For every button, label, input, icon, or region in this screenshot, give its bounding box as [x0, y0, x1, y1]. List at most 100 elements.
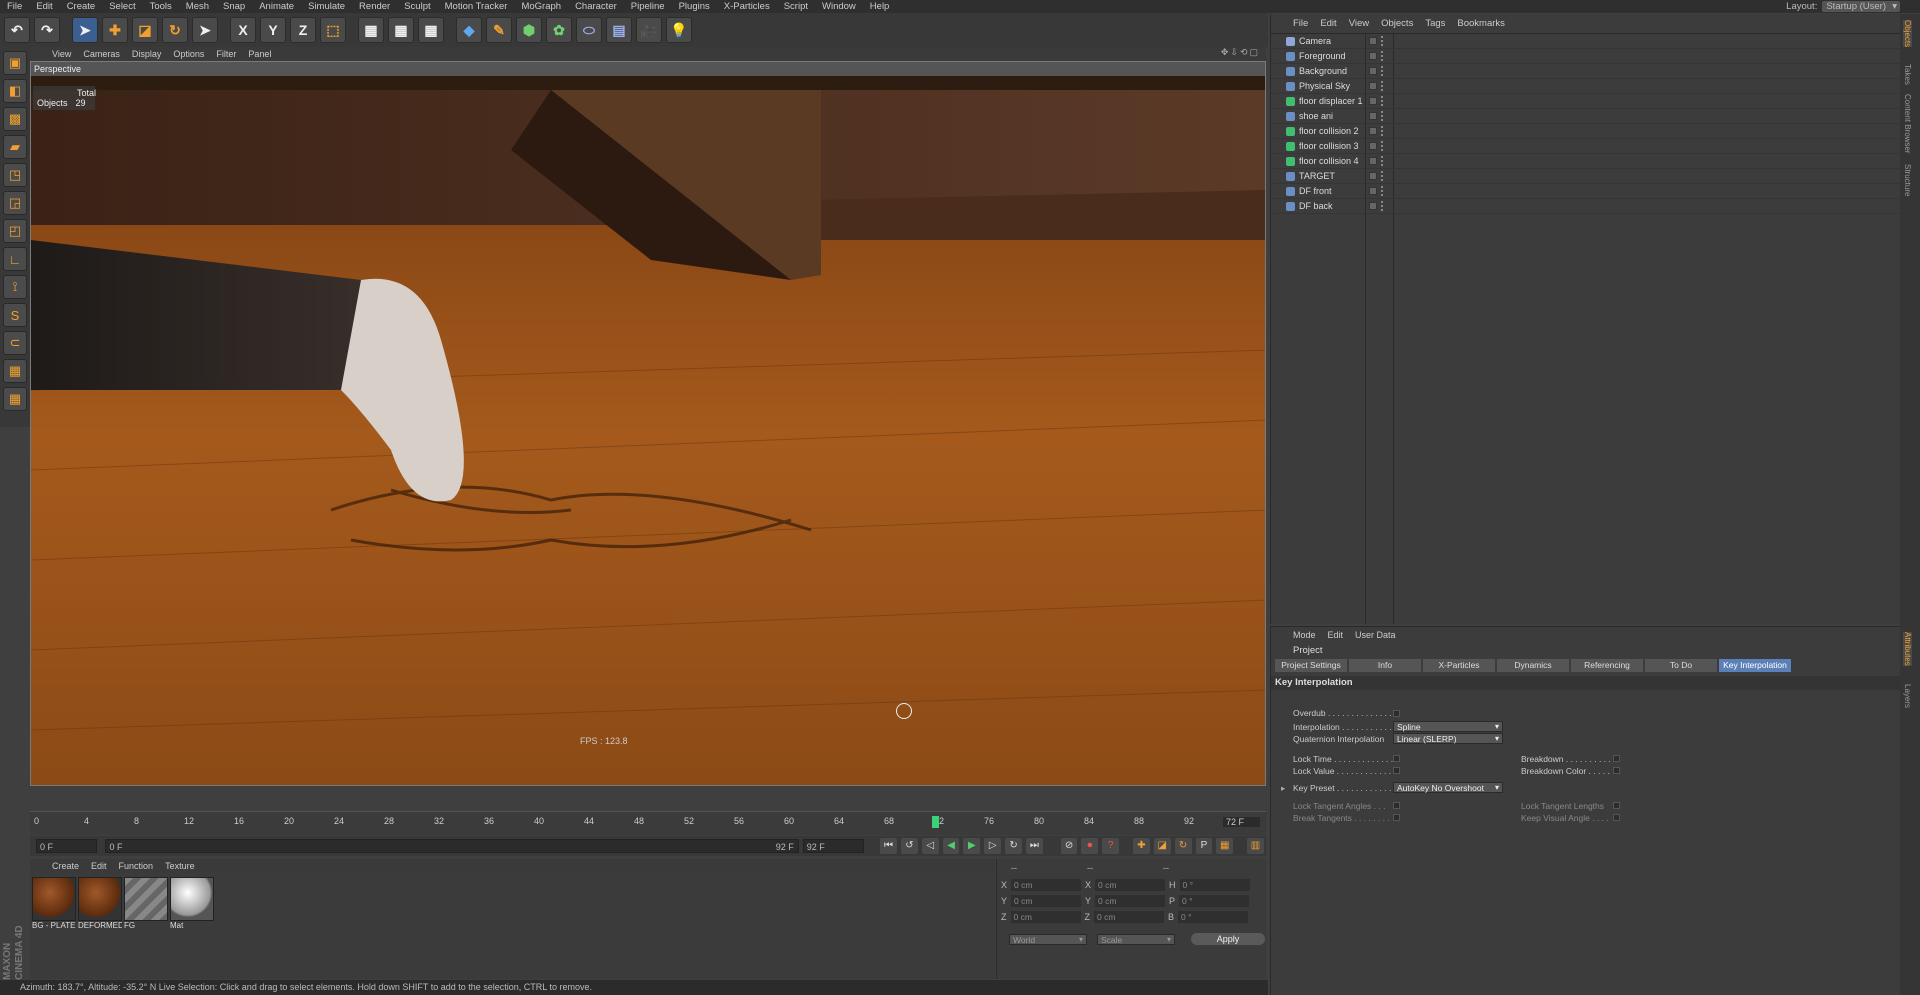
viewport-menu-view[interactable]: View [46, 49, 77, 59]
key-scale-icon[interactable]: ◪ [1153, 838, 1171, 854]
y-axis-icon[interactable]: Y [260, 17, 286, 43]
object-row[interactable]: Physical Sky [1271, 79, 1901, 94]
menu-window[interactable]: Window [815, 0, 863, 13]
editor-render-dots-icon[interactable] [1381, 51, 1384, 61]
menu-file[interactable]: File [0, 0, 29, 13]
size-y-field[interactable]: 0 cm [1095, 895, 1166, 907]
attr-menu-user-data[interactable]: User Data [1349, 630, 1402, 640]
objects-menu-bookmarks[interactable]: Bookmarks [1451, 18, 1511, 29]
object-row[interactable]: TARGET [1271, 169, 1901, 184]
object-row[interactable]: Camera [1271, 34, 1901, 49]
object-row[interactable]: Background [1271, 64, 1901, 79]
menu-plugins[interactable]: Plugins [672, 0, 717, 13]
tab-project-settings[interactable]: Project Settings [1275, 659, 1347, 672]
start-frame-field[interactable]: 0 F [36, 839, 98, 853]
menu-character[interactable]: Character [568, 0, 624, 13]
viewport-menu-filter[interactable]: Filter [210, 49, 242, 59]
perspective-viewport[interactable]: Perspective Total Objects 29 [30, 61, 1266, 786]
quaternion-interpolation-dropdown[interactable]: Linear (SLERP) [1393, 733, 1503, 744]
rotation-p-field[interactable]: 0 ° [1179, 895, 1250, 907]
material-swatch[interactable]: DEFORMED [78, 877, 122, 933]
tab-key-interpolation[interactable]: Key Interpolation [1719, 659, 1791, 672]
rotate-icon[interactable]: ↻ [162, 17, 188, 43]
light-icon[interactable]: 💡 [666, 17, 692, 43]
material-menu-create[interactable]: Create [46, 861, 85, 871]
menu-help[interactable]: Help [863, 0, 897, 13]
viewport-menu-display[interactable]: Display [126, 49, 168, 59]
viewport-menu-cameras[interactable]: Cameras [77, 49, 126, 59]
menu-mesh[interactable]: Mesh [179, 0, 216, 13]
editor-render-dots-icon[interactable] [1381, 111, 1384, 121]
play-backward-icon[interactable]: ◀ [942, 838, 960, 854]
rotation-b-field[interactable]: 0 ° [1178, 911, 1249, 923]
menu-simulate[interactable]: Simulate [301, 0, 352, 13]
cube-icon[interactable]: ◆ [456, 17, 482, 43]
material-menu-texture[interactable]: Texture [159, 861, 201, 871]
previous-frame-icon[interactable]: ◁ [921, 838, 939, 854]
record-keys-icon[interactable]: ⊘ [1060, 838, 1078, 854]
make-editable-icon[interactable]: ▣ [3, 51, 27, 75]
move-icon[interactable]: ✚ [102, 17, 128, 43]
position-z-field[interactable]: 0 cm [1010, 911, 1081, 923]
objects-menu-file[interactable]: File [1287, 18, 1314, 29]
texture-mode-icon[interactable]: ▩ [3, 107, 27, 131]
snap-icon[interactable]: S [3, 303, 27, 327]
breakdown-checkbox[interactable] [1613, 755, 1620, 762]
key-preset-dropdown[interactable]: AutoKey No Overshoot [1393, 782, 1503, 793]
editor-render-dots-icon[interactable] [1381, 186, 1384, 196]
tab-x-particles[interactable]: X-Particles [1423, 659, 1495, 672]
viewport-menu-panel[interactable]: Panel [242, 49, 277, 59]
menu-sculpt[interactable]: Sculpt [397, 0, 437, 13]
side-tab-structure[interactable]: Structure [1903, 164, 1912, 196]
object-row[interactable]: shoe ani [1271, 109, 1901, 124]
render-picture-viewer-icon[interactable]: ▦ [388, 17, 414, 43]
layer-visibility-icon[interactable] [1369, 37, 1377, 45]
polygons-mode-icon[interactable]: ◰ [3, 219, 27, 243]
next-frame-icon[interactable]: ▷ [984, 838, 1002, 854]
tab-info[interactable]: Info [1349, 659, 1421, 672]
tab-to-do[interactable]: To Do [1645, 659, 1717, 672]
layer-visibility-icon[interactable] [1369, 202, 1377, 210]
menu-pipeline[interactable]: Pipeline [624, 0, 672, 13]
menu-select[interactable]: Select [102, 0, 142, 13]
layer-visibility-icon[interactable] [1369, 142, 1377, 150]
recent-tool-icon[interactable]: ➤ [192, 17, 218, 43]
camera-icon[interactable]: 🎥 [636, 17, 662, 43]
side-tab-layers[interactable]: Layers [1903, 684, 1912, 708]
layer-visibility-icon[interactable] [1369, 187, 1377, 195]
menu-edit[interactable]: Edit [29, 0, 59, 13]
material-swatch[interactable]: FG [124, 877, 168, 933]
live-selection-icon[interactable]: ➤ [72, 17, 98, 43]
object-row[interactable]: DF back [1271, 199, 1901, 214]
rotation-h-field[interactable]: 0 ° [1179, 879, 1250, 891]
z-axis-icon[interactable]: Z [290, 17, 316, 43]
edit-render-settings-icon[interactable]: ▦ [418, 17, 444, 43]
go-to-end-icon[interactable]: ⏭ [1025, 838, 1043, 854]
pen-spline-icon[interactable]: ✎ [486, 17, 512, 43]
overdub-checkbox[interactable] [1393, 710, 1400, 717]
viewport-nav-icons[interactable]: ✥⇩⟲▢ [1221, 47, 1260, 58]
breakdown-color-checkbox[interactable] [1613, 767, 1620, 774]
workplane-icon[interactable]: ▰ [3, 135, 27, 159]
layer-visibility-icon[interactable] [1369, 172, 1377, 180]
keyframe-selection-icon[interactable]: ? [1102, 838, 1120, 854]
lock-tangent-angles-checkbox[interactable] [1393, 802, 1400, 809]
menu-tools[interactable]: Tools [143, 0, 179, 13]
editor-render-dots-icon[interactable] [1381, 81, 1384, 91]
lock-time-checkbox[interactable] [1393, 755, 1400, 762]
autokey-icon[interactable]: ⏺ [1081, 838, 1099, 854]
material-menu-function[interactable]: Function [113, 861, 160, 871]
layer-visibility-icon[interactable] [1369, 112, 1377, 120]
size-x-field[interactable]: 0 cm [1095, 879, 1166, 891]
tweak-icon[interactable]: ⟟ [3, 275, 27, 299]
editor-render-dots-icon[interactable] [1381, 156, 1384, 166]
menu-x-particles[interactable]: X-Particles [717, 0, 777, 13]
lock-value-checkbox[interactable] [1393, 767, 1400, 774]
axis-mode-icon[interactable]: ∟ [3, 247, 27, 271]
points-mode-icon[interactable]: ◳ [3, 163, 27, 187]
expand-arrow-icon[interactable]: ▸ [1281, 783, 1285, 794]
apply-button[interactable]: Apply [1191, 933, 1265, 945]
lock-tangent-lengths-checkbox[interactable] [1613, 802, 1620, 809]
objects-menu-objects[interactable]: Objects [1375, 18, 1419, 29]
subdivision-icon[interactable]: ⬢ [516, 17, 542, 43]
